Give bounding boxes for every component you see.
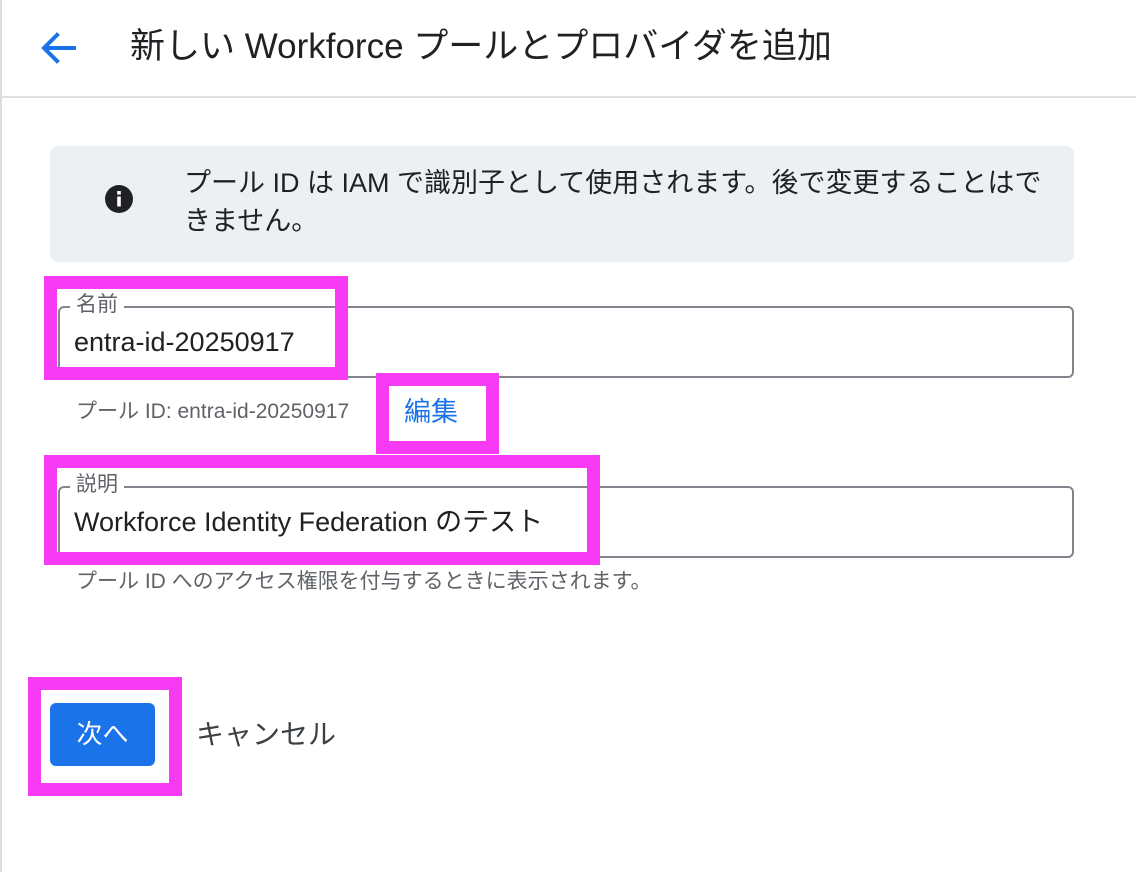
info-banner: プール ID は IAM で識別子として使用されます。後で変更することはできませ…: [50, 146, 1074, 262]
page-header: 新しい Workforce プールとプロバイダを追加: [2, 0, 1136, 98]
page-frame: [0, 0, 1136, 872]
description-field-value[interactable]: Workforce Identity Federation のテスト: [74, 504, 543, 540]
name-field-value[interactable]: entra-id-20250917: [74, 324, 295, 360]
description-field-label: 説明: [70, 471, 124, 499]
name-field-label: 名前: [70, 291, 124, 319]
pool-id-hint: プール ID: entra-id-20250917: [76, 400, 350, 423]
info-icon: [105, 185, 133, 213]
page-title: 新しい Workforce プールとプロバイダを追加: [130, 27, 832, 66]
info-banner-text: プール ID は IAM で識別子として使用されます。後で変更することはできませ…: [184, 168, 1042, 236]
description-field[interactable]: 説明 Workforce Identity Federation のテスト: [58, 471, 1074, 558]
back-button[interactable]: [36, 28, 82, 68]
edit-pool-id-link[interactable]: 編集: [404, 395, 458, 429]
next-button[interactable]: 次へ: [50, 703, 155, 766]
description-hint: プール ID へのアクセス権限を付与するときに表示されます。: [76, 570, 652, 593]
cancel-button[interactable]: キャンセル: [182, 703, 350, 766]
arrow-back-icon: [41, 32, 76, 64]
name-field[interactable]: 名前 entra-id-20250917: [58, 291, 1074, 378]
